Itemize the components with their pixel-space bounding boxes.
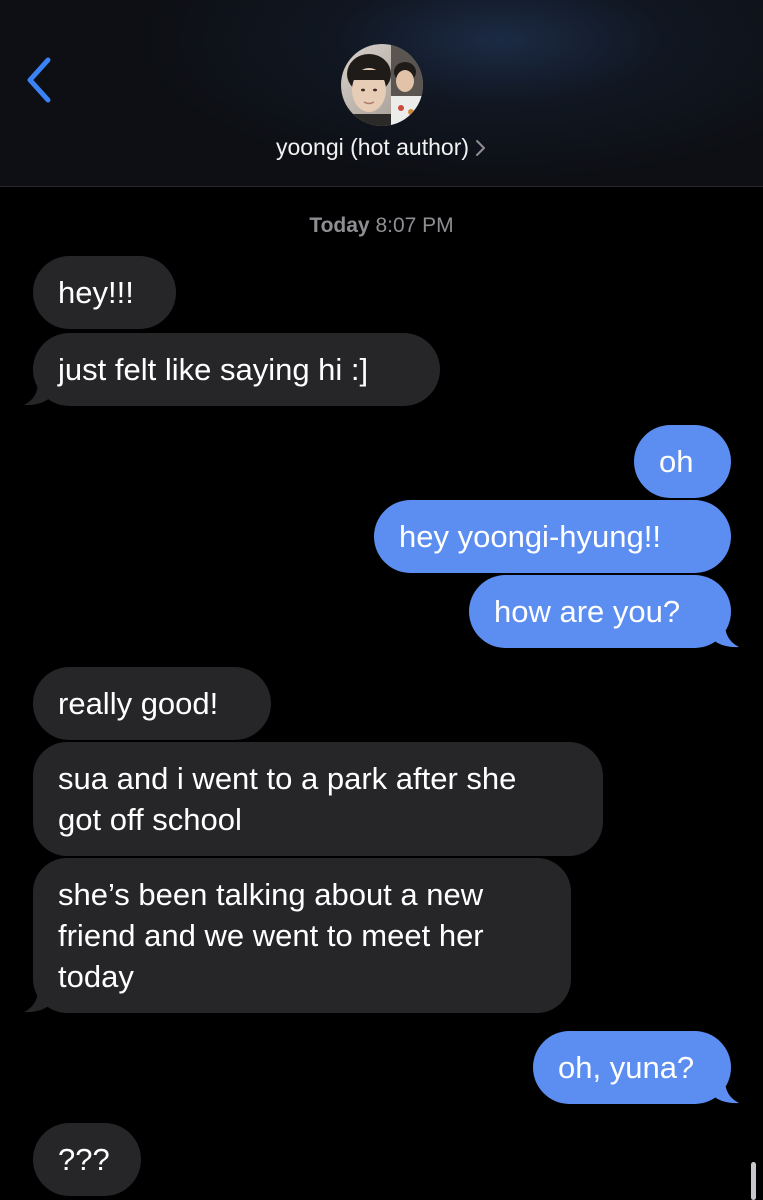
incoming-message[interactable]: ??? xyxy=(33,1123,141,1196)
bubble-tail xyxy=(711,624,739,648)
outgoing-message[interactable]: oh, yuna? xyxy=(533,1031,731,1104)
avatar[interactable] xyxy=(341,44,423,126)
timestamp-day: Today xyxy=(309,214,370,237)
outgoing-message[interactable]: how are you? xyxy=(469,575,731,648)
bubble-tail xyxy=(24,989,52,1013)
contact-name-button[interactable]: yoongi (hot author) xyxy=(0,134,763,161)
outgoing-message[interactable]: oh xyxy=(634,425,731,498)
incoming-message[interactable]: just felt like saying hi :] xyxy=(33,333,440,406)
incoming-message[interactable]: hey!!! xyxy=(33,256,176,329)
bubble-tail xyxy=(711,1080,739,1104)
outgoing-message[interactable]: hey yoongi-hyung!! xyxy=(374,500,731,573)
contact-name: yoongi (hot author) xyxy=(275,134,470,160)
chevron-left-icon[interactable] xyxy=(20,52,60,108)
chevron-right-icon xyxy=(476,140,486,156)
scrollbar[interactable] xyxy=(751,1162,756,1200)
incoming-message[interactable]: really good! xyxy=(33,667,271,740)
timestamp-time: 8:07 PM xyxy=(375,214,454,237)
message-timestamp: Today 8:07 PM xyxy=(0,214,763,238)
incoming-message[interactable]: sua and i went to a park after she got o… xyxy=(33,742,603,856)
incoming-message[interactable]: she’s been talking about a new friend an… xyxy=(33,858,571,1013)
conversation-header: yoongi (hot author) xyxy=(0,0,763,187)
bubble-tail xyxy=(24,382,52,406)
